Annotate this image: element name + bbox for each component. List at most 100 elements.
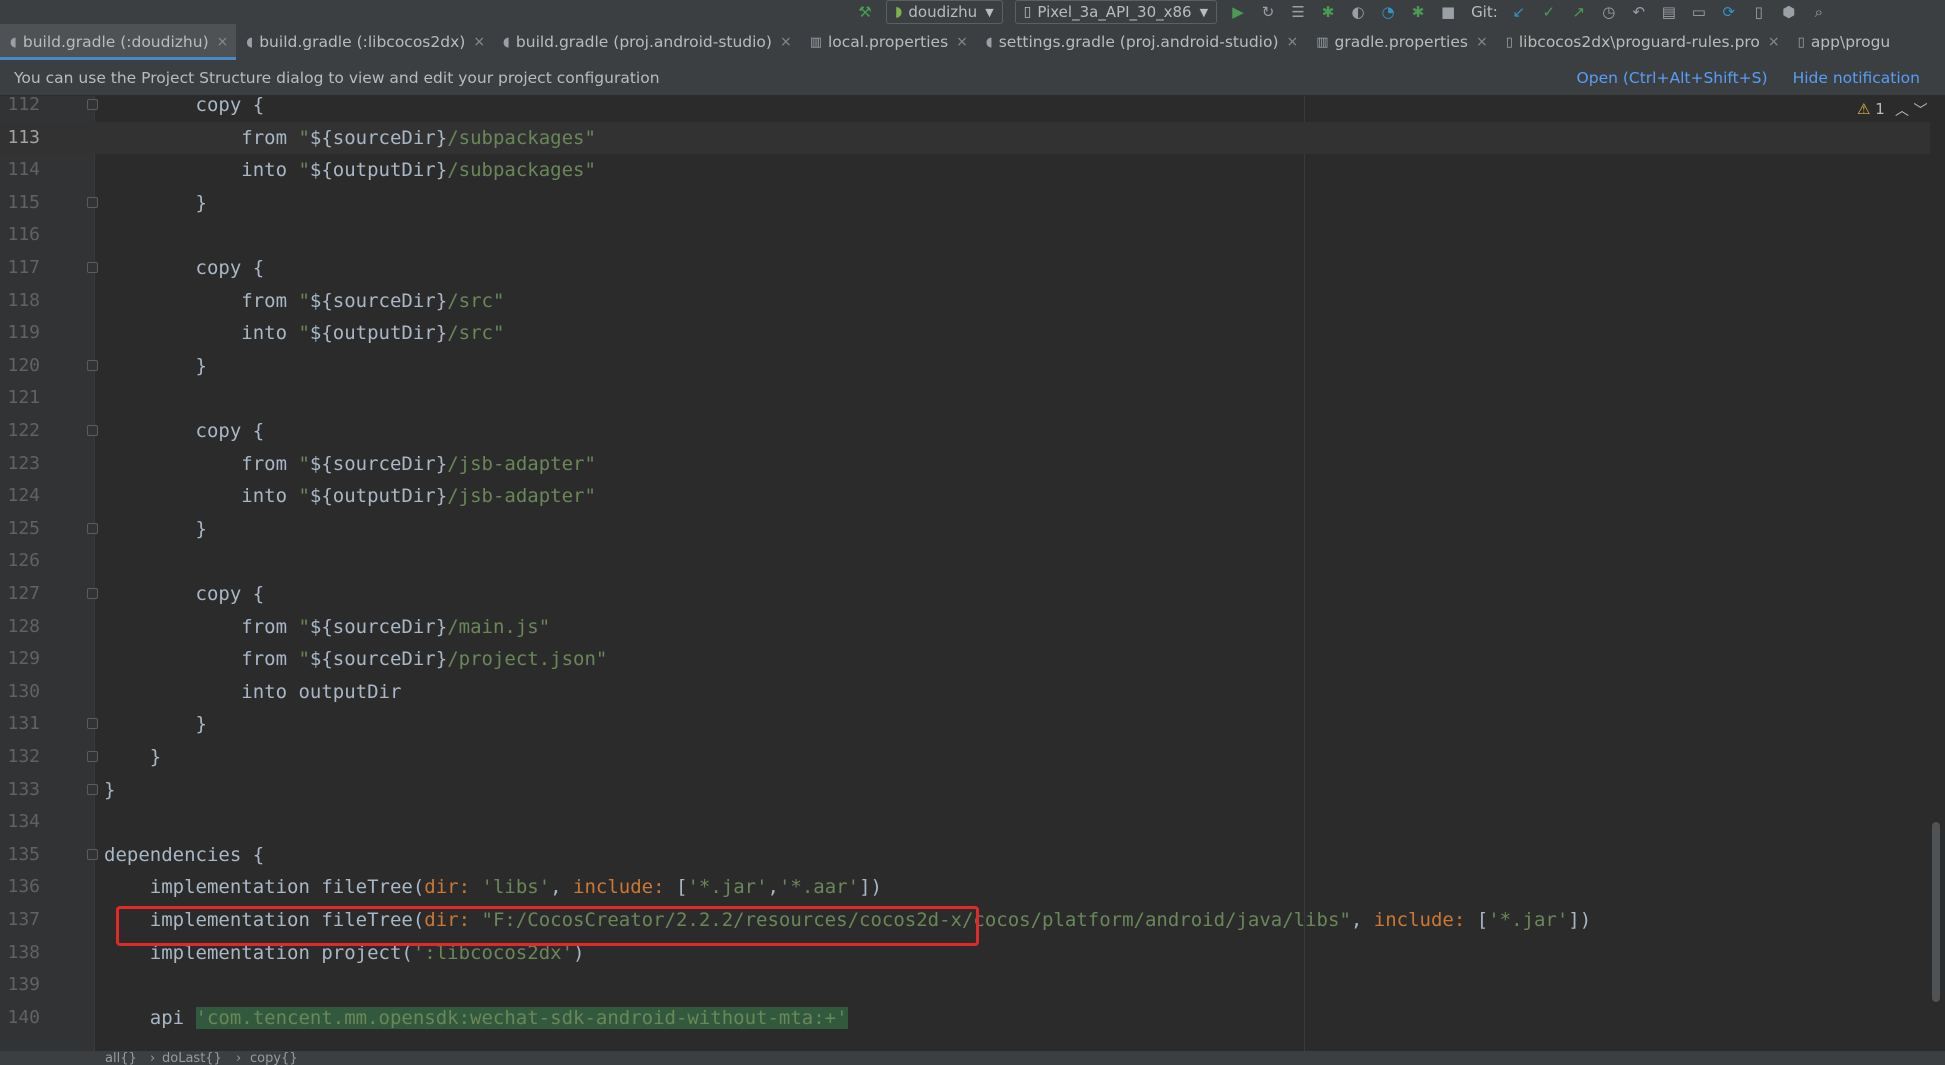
code-line[interactable]: 114 into "${outputDir}/subpackages": [0, 154, 1930, 187]
sdk-manager-icon[interactable]: ⬢: [1778, 1, 1800, 23]
git-update-icon[interactable]: ↙: [1508, 1, 1530, 23]
breadcrumb-item[interactable]: copy{}: [250, 1051, 298, 1065]
tab-gradle-properties[interactable]: ▥ gradle.properties ×: [1306, 24, 1495, 60]
fold-marker-icon[interactable]: [87, 262, 98, 273]
fold-marker-icon[interactable]: [87, 751, 98, 762]
code-line[interactable]: 120 }: [0, 350, 1930, 383]
terminal-icon[interactable]: ▭: [1688, 1, 1710, 23]
code-line[interactable]: 136 implementation fileTree(dir: 'libs',…: [0, 871, 1930, 904]
module-selector[interactable]: ◗ doudizhu ▼: [886, 0, 1003, 24]
tab-label: build.gradle (proj.android-studio): [515, 33, 772, 51]
code-line[interactable]: 122 copy {: [0, 415, 1930, 448]
code-line[interactable]: 127 copy {: [0, 578, 1930, 611]
fold-marker-icon[interactable]: [87, 718, 98, 730]
code-line[interactable]: 115 }: [0, 187, 1930, 220]
run-icon[interactable]: ▶: [1227, 1, 1249, 23]
code-text: dependencies {: [104, 843, 265, 866]
tab-proguard-rules[interactable]: ▯ libcocos2dx\proguard-rules.pro ×: [1496, 24, 1788, 60]
fold-marker-icon[interactable]: [87, 522, 98, 534]
project-structure-icon[interactable]: ▤: [1658, 1, 1680, 23]
chevron-down-icon[interactable]: ﹀: [1913, 103, 1927, 119]
git-rollback-icon[interactable]: ↶: [1628, 1, 1650, 23]
code-line[interactable]: 132 }: [0, 741, 1930, 774]
device-manager-icon[interactable]: ▯: [1748, 1, 1770, 23]
breadcrumb-item[interactable]: doLast{}: [162, 1051, 222, 1065]
code-line[interactable]: 116: [0, 219, 1930, 252]
android-icon: ◗: [895, 4, 903, 20]
code-line[interactable]: 140 api 'com.tencent.mm.opensdk:wechat-s…: [0, 1002, 1930, 1035]
line-number: 117: [7, 257, 40, 278]
code-text: api 'com.tencent.mm.opensdk:wechat-sdk-a…: [104, 1006, 848, 1029]
fold-marker-icon[interactable]: [87, 848, 98, 860]
profile-icon[interactable]: ◐: [1347, 1, 1369, 23]
fold-marker-icon[interactable]: [87, 99, 98, 110]
fold-marker-icon[interactable]: [87, 783, 98, 795]
close-icon[interactable]: ×: [780, 34, 792, 50]
close-icon[interactable]: ×: [473, 34, 485, 50]
vertical-scrollbar[interactable]: [1932, 822, 1940, 1002]
inspection-warning-badge[interactable]: ⚠ 1: [1857, 100, 1885, 118]
code-line[interactable]: 117 copy {: [0, 252, 1930, 285]
code-line[interactable]: 126: [0, 545, 1930, 578]
code-line[interactable]: 139: [0, 969, 1930, 1002]
line-number: 134: [7, 811, 40, 833]
code-line[interactable]: 125 }: [0, 513, 1930, 546]
fold-marker-icon[interactable]: [87, 588, 98, 599]
fold-marker-icon[interactable]: [87, 359, 98, 371]
code-line[interactable]: 124 into "${outputDir}/jsb-adapter": [0, 480, 1930, 513]
sync-icon[interactable]: ⟳: [1718, 1, 1740, 23]
code-text: copy {: [104, 257, 265, 279]
code-line[interactable]: 131 }: [0, 708, 1930, 741]
rerun-icon[interactable]: ↻: [1257, 1, 1279, 23]
close-icon[interactable]: ×: [1768, 34, 1780, 50]
code-line[interactable]: 113 from "${sourceDir}/subpackages": [0, 121, 1930, 155]
close-icon[interactable]: ×: [1476, 34, 1488, 50]
tab-build-gradle-libcocos2dx[interactable]: ◖ build.gradle (:libcocos2dx) ×: [236, 24, 493, 60]
fold-marker-icon[interactable]: [87, 425, 98, 436]
code-line[interactable]: 118 from "${sourceDir}/src": [0, 285, 1930, 318]
device-selector[interactable]: ▯ Pixel_3a_API_30_x86 ▼: [1014, 0, 1218, 24]
warning-icon: ⚠: [1857, 100, 1871, 118]
code-line[interactable]: 128 from "${sourceDir}/main.js": [0, 611, 1930, 644]
close-icon[interactable]: ×: [956, 34, 968, 50]
apply-changes-icon[interactable]: ◔: [1377, 1, 1399, 23]
search-icon[interactable]: ⌕: [1808, 1, 1830, 23]
attach-debugger-icon[interactable]: ✱: [1407, 1, 1429, 23]
code-line[interactable]: 130 into outputDir: [0, 676, 1930, 709]
tab-build-gradle-proj[interactable]: ◖ build.gradle (proj.android-studio) ×: [493, 24, 800, 60]
fold-marker-icon[interactable]: [87, 196, 98, 208]
breadcrumb-item[interactable]: all{}: [105, 1051, 137, 1065]
git-history-icon[interactable]: ◷: [1598, 1, 1620, 23]
line-number: 123: [7, 452, 40, 474]
code-line[interactable]: 134: [0, 806, 1930, 839]
open-project-structure-link[interactable]: Open (Ctrl+Alt+Shift+S): [1577, 69, 1768, 87]
git-commit-icon[interactable]: ✓: [1538, 1, 1560, 23]
debug-icon[interactable]: ✱: [1317, 1, 1339, 23]
hide-notification-link[interactable]: Hide notification: [1793, 69, 1920, 87]
git-push-icon[interactable]: ↗: [1568, 1, 1590, 23]
line-number: 139: [7, 974, 40, 996]
git-label: Git:: [1471, 3, 1498, 21]
hammer-icon[interactable]: ⚒: [854, 1, 876, 23]
code-line[interactable]: 112 copy {: [0, 89, 1930, 122]
close-icon[interactable]: ×: [1287, 34, 1299, 50]
stop-icon[interactable]: ■: [1437, 1, 1459, 23]
tab-app-proguard[interactable]: ▯ app\progu: [1788, 24, 1899, 60]
line-number: 121: [7, 387, 40, 409]
tab-build-gradle-doudizhu[interactable]: ◖ build.gradle (:doudizhu) ×: [0, 24, 237, 60]
gradle-icon: ◖: [246, 34, 254, 50]
code-text: copy {: [104, 583, 265, 605]
coverage-icon[interactable]: ☰: [1287, 1, 1309, 23]
code-line[interactable]: 121: [0, 382, 1930, 415]
tab-settings-gradle[interactable]: ◖ settings.gradle (proj.android-studio) …: [976, 24, 1306, 60]
tab-local-properties[interactable]: ▥ local.properties ×: [800, 24, 976, 60]
code-line[interactable]: 135 dependencies {: [0, 839, 1930, 872]
code-line[interactable]: 119 into "${outputDir}/src": [0, 317, 1930, 350]
code-line[interactable]: 133}: [0, 774, 1930, 807]
line-number: 136: [7, 876, 40, 898]
code-line[interactable]: 123 from "${sourceDir}/jsb-adapter": [0, 448, 1930, 481]
close-icon[interactable]: ×: [217, 34, 229, 50]
chevron-up-icon[interactable]: ︿: [1895, 103, 1909, 119]
code-text: copy {: [104, 94, 265, 116]
code-line[interactable]: 129 from "${sourceDir}/project.json": [0, 643, 1930, 676]
